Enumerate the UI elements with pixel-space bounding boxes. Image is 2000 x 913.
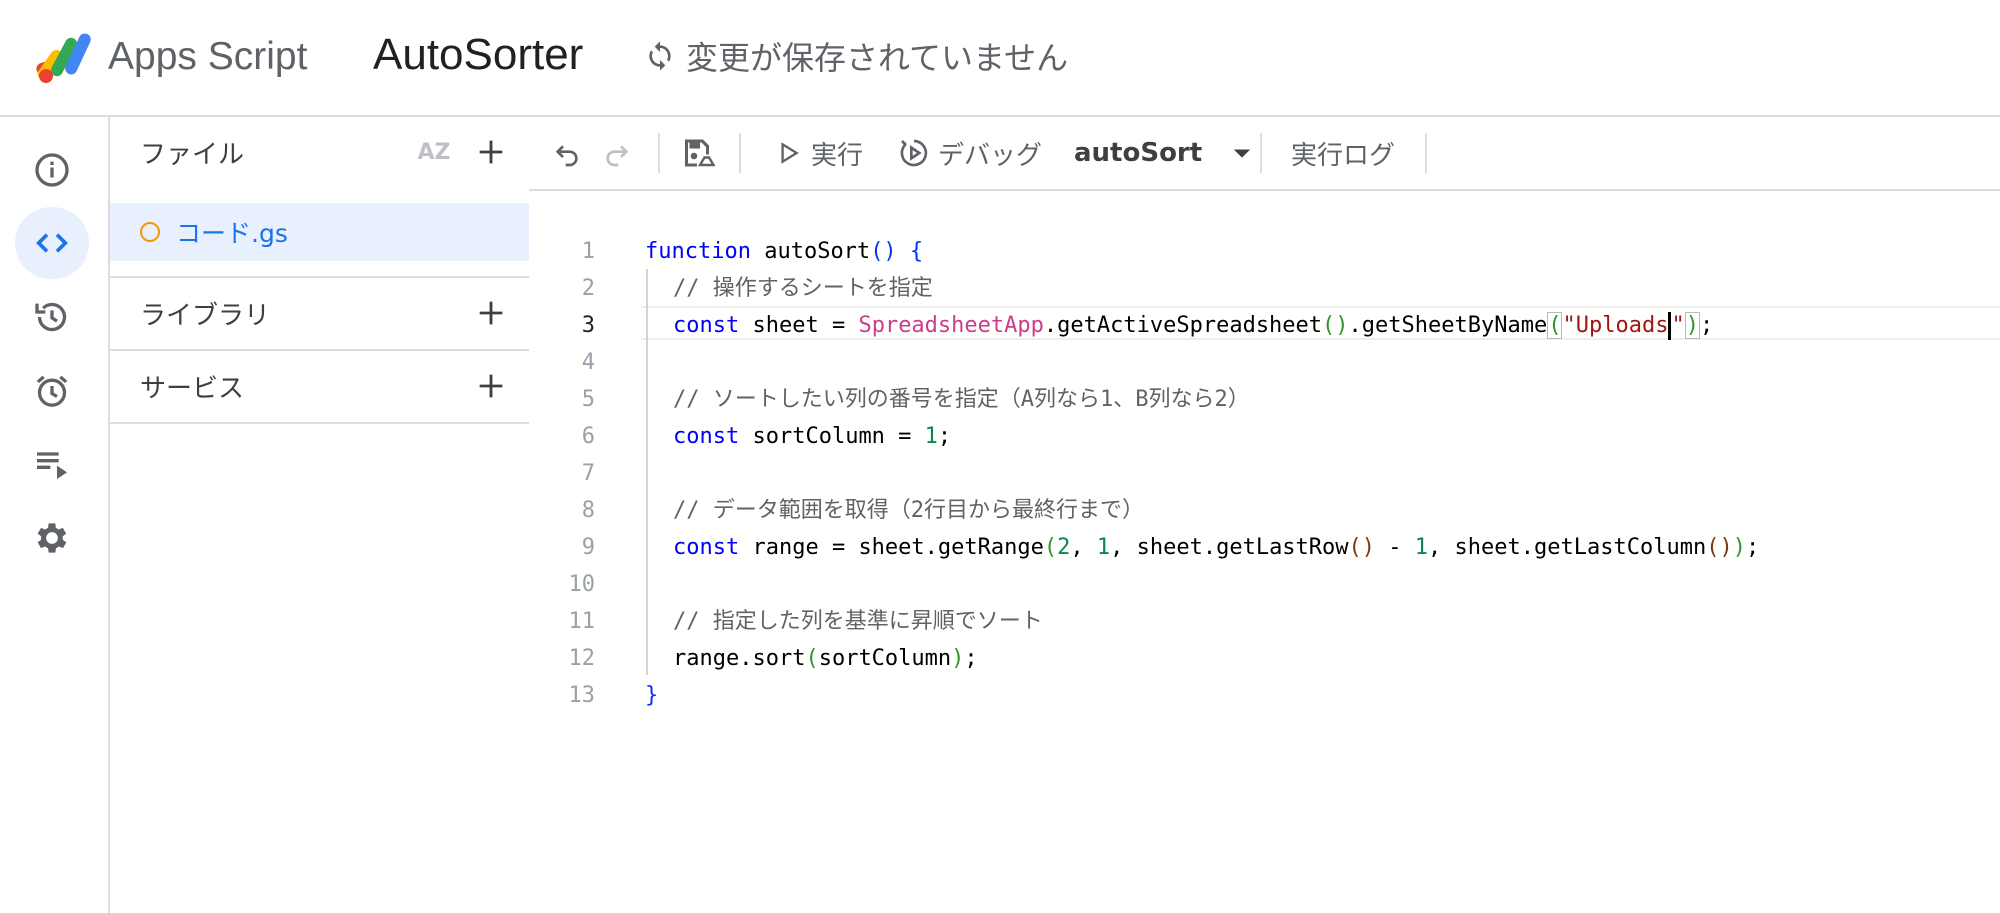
toolbar-separator	[1260, 133, 1262, 173]
save-status: 変更が保存されていません	[644, 32, 1068, 80]
history-icon	[35, 302, 67, 332]
line-number: 13	[568, 683, 596, 708]
line-number: 9	[581, 535, 595, 560]
run-label: 実行	[811, 140, 864, 171]
debug-button[interactable]: デバッグ	[898, 117, 1042, 189]
code-comment: // 指定した列を基準に昇順でソート	[673, 609, 1043, 634]
versions-button[interactable]	[15, 281, 89, 353]
code-line: const range = sheet.getRange(2, 1, sheet…	[673, 535, 1760, 560]
top-bar: Apps Script AutoSorter 変更が保存されていません	[0, 0, 2000, 117]
code-icon	[36, 233, 68, 253]
play-icon	[781, 142, 799, 164]
line-number: 1	[581, 239, 595, 264]
redo-button[interactable]	[601, 117, 633, 189]
add-library-button[interactable]	[471, 293, 511, 333]
files-header: ファイル AZ	[110, 117, 529, 187]
info-icon	[35, 153, 69, 187]
code-comment: // データ範囲を取得（2行目から最終行まで）	[673, 498, 1144, 523]
editor-toolbar: 実行 デバッグ autoSort 実行ログ	[529, 117, 2000, 191]
triggers-button[interactable]	[15, 355, 89, 427]
files-panel: ファイル AZ コード.gs ライブラリ サービス	[108, 117, 531, 913]
undo-icon	[555, 145, 578, 167]
dropdown-arrow-icon	[1234, 149, 1251, 158]
gear-icon	[37, 523, 67, 553]
save-to-drive-button[interactable]	[679, 117, 715, 189]
toolbar-separator	[658, 133, 660, 173]
file-item[interactable]: コード.gs	[110, 203, 529, 261]
settings-button[interactable]	[15, 502, 89, 574]
libraries-label: ライブラリ	[140, 300, 271, 331]
line-number: 6	[581, 424, 595, 449]
product-name[interactable]: Apps Script	[108, 30, 307, 84]
code-line: const sortColumn = 1;	[673, 424, 952, 449]
save-drive-icon	[685, 139, 715, 167]
line-number: 10	[568, 572, 596, 597]
libraries-header[interactable]: ライブラリ	[110, 278, 529, 348]
indent-guide	[646, 269, 648, 675]
save-status-text: 変更が保存されていません	[686, 39, 1069, 77]
function-name: autoSort	[1074, 138, 1203, 168]
undo-button[interactable]	[551, 117, 583, 189]
code-line: range.sort(sortColumn);	[673, 646, 978, 671]
plus-icon	[479, 301, 503, 325]
toolbar-separator	[739, 133, 741, 173]
line-number: 3	[581, 313, 595, 338]
services-label: サービス	[140, 373, 245, 404]
toolbar-separator	[1425, 133, 1427, 173]
line-number: 8	[581, 498, 595, 523]
line-number: 2	[581, 276, 595, 301]
line-number: 11	[568, 609, 596, 634]
debug-label: デバッグ	[938, 140, 1043, 171]
add-file-button[interactable]	[471, 132, 511, 172]
code-line: const sheet = SpreadsheetApp.getActiveSp…	[673, 312, 1714, 340]
line-number: 7	[581, 461, 595, 486]
execution-log-label: 実行ログ	[1291, 140, 1396, 171]
plus-icon	[479, 374, 503, 398]
divider	[110, 422, 529, 424]
code-line: }	[645, 683, 659, 708]
line-number: 4	[581, 350, 595, 375]
code-editor[interactable]: 1 2 3 4 5 6 7 8 9 10 11 12 13 function a…	[529, 191, 2000, 913]
run-button[interactable]: 実行	[775, 117, 863, 189]
code-line: function autoSort() {	[645, 239, 924, 264]
left-nav-rail	[0, 117, 108, 913]
code-comment: // 操作するシートを指定	[673, 276, 933, 301]
project-title[interactable]: AutoSorter	[373, 26, 583, 84]
executions-button[interactable]	[15, 428, 89, 500]
files-label: ファイル	[140, 139, 245, 170]
editor-button[interactable]	[15, 207, 89, 279]
file-name: コード.gs	[176, 219, 288, 248]
services-header[interactable]: サービス	[110, 351, 529, 421]
execution-log-button[interactable]: 実行ログ	[1291, 117, 1395, 189]
alarm-clock-icon	[36, 375, 68, 407]
add-service-button[interactable]	[471, 366, 511, 406]
apps-script-logo-icon[interactable]	[34, 30, 100, 86]
code-comment: // ソートしたい列の番号を指定（A列なら1、B列なら2）	[673, 387, 1250, 412]
overview-button[interactable]	[15, 134, 89, 206]
sync-icon	[649, 41, 671, 71]
playlist-play-icon	[37, 452, 67, 479]
sort-az-icon[interactable]: AZ	[414, 132, 454, 172]
plus-icon	[479, 140, 503, 164]
line-number: 12	[568, 646, 596, 671]
function-select[interactable]: autoSort	[1074, 117, 1256, 189]
unsaved-indicator-icon	[140, 222, 160, 242]
line-number: 5	[581, 387, 595, 412]
debug-icon	[900, 139, 928, 167]
redo-icon	[606, 145, 629, 167]
